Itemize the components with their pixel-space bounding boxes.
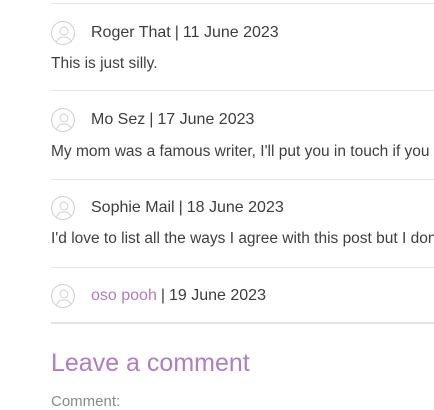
- avatar-icon: [51, 21, 75, 45]
- comment-author-link[interactable]: oso pooh: [91, 287, 157, 305]
- comment-meta: Mo Sez | 17 June 2023: [51, 107, 254, 133]
- comment-text: My mom was a famous writer, I'll put you…: [51, 143, 430, 160]
- comment-author: Roger That: [91, 24, 171, 41]
- comment-date: 17 June 2023: [157, 111, 255, 128]
- avatar-icon: [51, 108, 75, 132]
- meta-separator: |: [174, 24, 179, 41]
- comment-date: 18 June 2023: [186, 199, 284, 216]
- comment-date: 11 June 2023: [182, 24, 279, 41]
- comment-field-label: Comment:: [51, 393, 121, 410]
- avatar-icon: [51, 284, 75, 308]
- meta-separator: |: [160, 287, 165, 304]
- comment-meta: Roger That | 11 June 2023: [51, 20, 279, 46]
- comments-end-divider: [51, 322, 434, 324]
- top-divider: [51, 3, 434, 4]
- comment-date: 19 June 2023: [169, 287, 266, 304]
- comment-divider: [51, 90, 434, 91]
- comment-text: I'd love to list all the ways I agree wi…: [51, 230, 434, 247]
- comment-meta: Sophie Mail | 18 June 2023: [51, 195, 284, 221]
- comment-text: This is just silly.: [51, 55, 158, 72]
- comment-divider: [51, 179, 434, 180]
- leave-comment-heading: Leave a comment: [51, 349, 250, 377]
- comment-author: Sophie Mail: [91, 199, 175, 216]
- meta-separator: |: [149, 111, 154, 128]
- meta-separator: |: [178, 199, 183, 216]
- comment-meta: oso pooh | 19 June 2023: [51, 283, 266, 309]
- avatar-icon: [51, 196, 75, 220]
- comment-author: Mo Sez: [91, 111, 146, 128]
- comment-divider: [51, 267, 434, 268]
